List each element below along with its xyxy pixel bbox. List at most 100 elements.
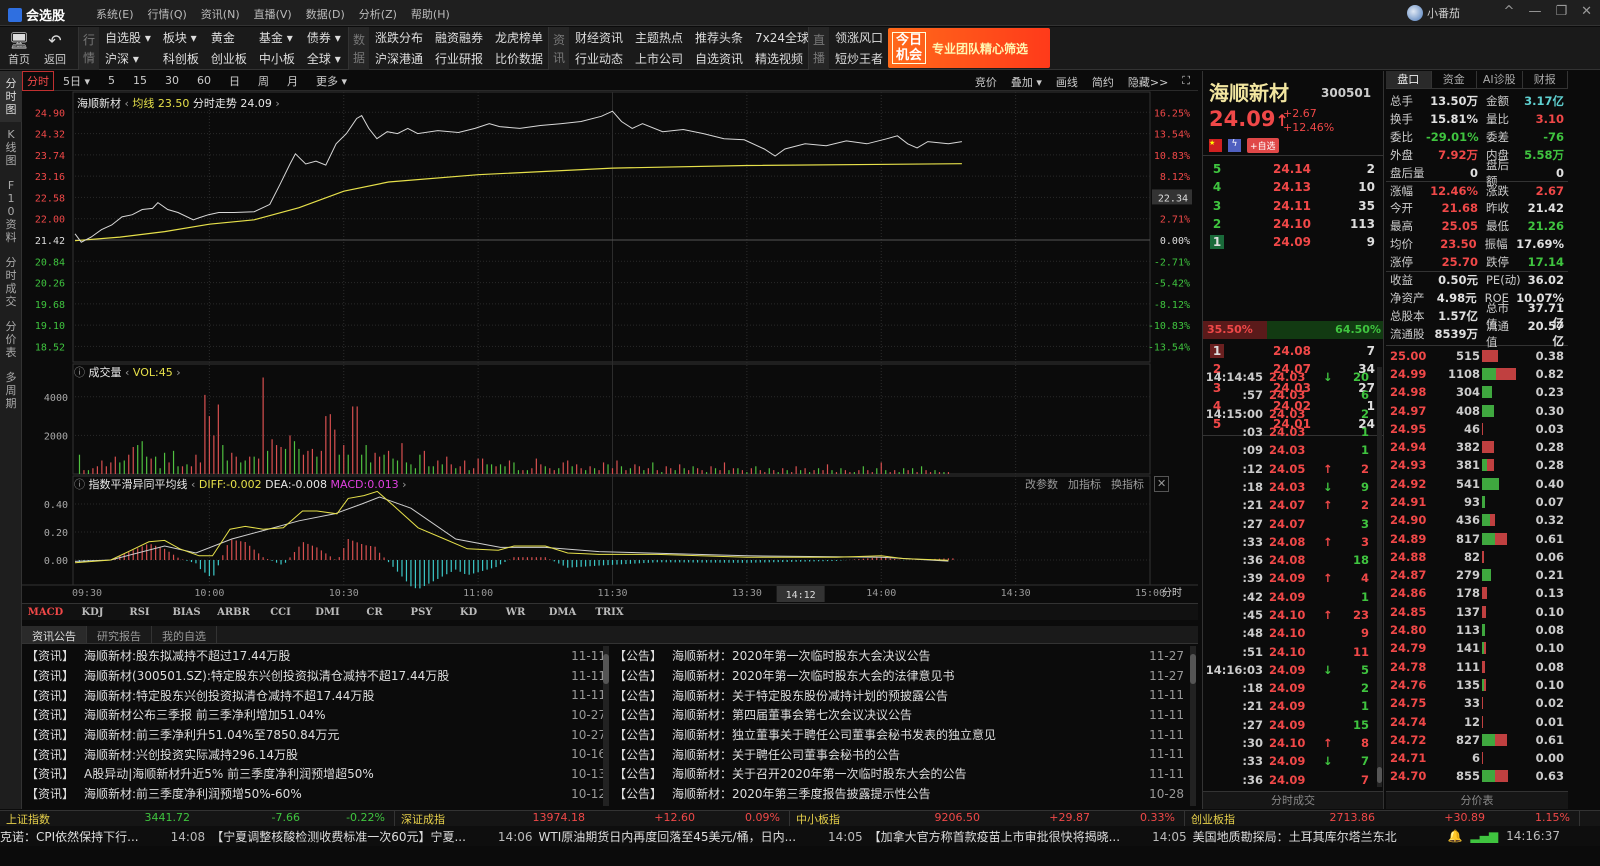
news-item[interactable]: 【公告】 海顺新材：关于特定股东股份减持计划的预披露公告 11-11 — [614, 685, 1184, 705]
toolbar-item[interactable]: 领涨风口 — [835, 29, 883, 46]
news-item[interactable]: 【公告】 海顺新材：独立董事关于聘任公司董事会秘书发表的独立意见 11-11 — [614, 725, 1184, 745]
add-watchlist-button[interactable]: +自选 — [1247, 138, 1279, 153]
period-tab[interactable]: 5日 ▾ — [54, 73, 99, 89]
user-account[interactable]: 小番茄 — [1407, 5, 1460, 21]
news-item[interactable]: 【资讯】 海顺新材公布三季报 前三季净利增加51.04% 10-27 — [26, 705, 606, 725]
toolbar-item[interactable]: 沪深港通 — [375, 50, 423, 67]
news-title[interactable]: 海顺新材：独立董事关于聘任公司董事会秘书发表的独立意见 — [672, 726, 1140, 743]
sidebar-item[interactable]: 分价表 — [0, 314, 22, 365]
edit-params-button[interactable]: 改参数 — [1025, 476, 1058, 492]
indicator-tab[interactable]: KDJ — [69, 607, 116, 618]
toolbar-item[interactable]: 涨跌分布 — [375, 29, 423, 46]
indicator-tab[interactable]: DMI — [304, 607, 351, 618]
news-item[interactable]: 【资讯】 海顺新材:兴创投资实际减持296.14万股 10-16 — [26, 744, 606, 764]
back-button[interactable]: ↶ 返回 — [38, 31, 72, 67]
news-tab[interactable]: 我的自选 — [152, 626, 217, 643]
announcement-scrollbar[interactable] — [1190, 646, 1196, 806]
indicator-tab[interactable]: BIAS — [163, 607, 210, 618]
tab-price-table[interactable]: 分价表 — [1386, 791, 1568, 809]
news-item[interactable]: 【资讯】 海顺新材:特定股东兴创投资拟清仓减持不超17.44万股 11-11 — [26, 685, 606, 705]
news-title[interactable]: 海顺新材：关于特定股东股份减持计划的预披露公告 — [672, 687, 1140, 704]
ticker-item[interactable]: 14:05 美国地质勘探局：土耳其库尔塔兰东北 — [1152, 828, 1429, 845]
period-tab[interactable]: 60 — [188, 74, 220, 87]
period-tab[interactable]: 更多 ▾ — [307, 73, 356, 89]
news-title[interactable]: 海顺新材:股东拟减持不超过17.44万股 — [84, 647, 562, 664]
toolbar-item[interactable]: 7x24全球 — [755, 29, 809, 46]
menu-item[interactable]: 分析(Z) — [359, 6, 397, 22]
toolbar-item[interactable]: 沪深 ▾ — [105, 50, 151, 67]
indicator-tab[interactable]: CR — [351, 607, 398, 618]
ticker-item[interactable]: 14:06 WTI原油期货日内再度回落至45美元/桶，日内... — [498, 828, 828, 845]
indicator-tab[interactable]: TRIX — [586, 607, 633, 618]
news-title[interactable]: 海顺新材：第四届董事会第七次会议决议公告 — [672, 706, 1140, 723]
news-item[interactable]: 【公告】 海顺新材：第四届董事会第七次会议决议公告 11-11 — [614, 705, 1184, 725]
toolbar-item[interactable]: 科创板 — [163, 50, 199, 67]
indicator-tab[interactable]: CCI — [257, 607, 304, 618]
chart-option[interactable]: 简约 — [1092, 74, 1114, 90]
toolbar-item[interactable]: 债券 ▾ — [307, 29, 341, 46]
indicator-tab[interactable]: ARBR — [210, 607, 257, 618]
toolbar-item[interactable]: 短炒王者 — [835, 50, 883, 67]
toolbar-item[interactable]: 行业动态 — [575, 50, 623, 67]
news-title[interactable]: 海顺新材:前三季净利升51.04%至7850.84万元 — [84, 726, 562, 743]
toolbar-item[interactable]: 财经资讯 — [575, 29, 623, 46]
toolbar-item[interactable]: 上市公司 — [635, 50, 683, 67]
index-item[interactable]: 中小板指 9206.50 +29.87 0.33% — [790, 810, 1185, 827]
promo-banner[interactable]: 今日机会 专业团队精心筛选 — [888, 28, 1050, 68]
bell-icon[interactable]: 🔔 — [1447, 829, 1462, 843]
news-tab[interactable]: 资讯公告 — [22, 626, 87, 643]
news-title[interactable]: 海顺新材：关于聘任公司董事会秘书的公告 — [672, 746, 1140, 763]
news-item[interactable]: 【资讯】 A股异动|海顺新材升近5% 前三季度净利润预增超50% 10-13 — [26, 764, 606, 784]
close-indicator-icon[interactable]: ✕ — [1154, 476, 1170, 492]
news-title[interactable]: 海顺新材:兴创投资实际减持296.14万股 — [84, 746, 562, 763]
menu-item[interactable]: 系统(E) — [96, 6, 134, 22]
news-title[interactable]: 海顺新材：2020年第一次临时股东大会决议公告 — [672, 647, 1140, 664]
news-item[interactable]: 【公告】 海顺新材：2020年第一次临时股东大会的法律意见书 11-27 — [614, 666, 1184, 686]
help-icon[interactable]: ⓘ — [74, 366, 85, 379]
news-title[interactable]: A股异动|海顺新材升近5% 前三季度净利润预增超50% — [84, 765, 562, 782]
indicator-tab[interactable]: WR — [492, 607, 539, 618]
fullscreen-icon[interactable]: ⛶ — [1182, 74, 1190, 90]
toolbar-item[interactable]: 全球 ▾ — [307, 50, 341, 67]
toolbar-item[interactable]: 基金 ▾ — [259, 29, 295, 46]
indicator-tab[interactable]: RSI — [116, 607, 163, 618]
indicator-tab[interactable]: PSY — [398, 607, 445, 618]
ticker-item[interactable]: 14:08 【宁夏调整核酸检测收费标准一次60元】宁夏... — [171, 828, 498, 845]
period-tab[interactable]: 30 — [156, 74, 188, 87]
ticker-item[interactable]: 14:05 【加拿大官方称首款疫苗上市审批很快将揭晓... — [828, 828, 1152, 845]
toolbar-item[interactable]: 自选资讯 — [695, 50, 743, 67]
toolbar-item[interactable]: 融资融券 — [435, 29, 483, 46]
chart-option[interactable]: 画线 — [1056, 74, 1078, 90]
stats-tab[interactable]: AI诊股 — [1477, 71, 1523, 88]
indicator-tab[interactable]: DMA — [539, 607, 586, 618]
news-title[interactable]: 海顺新材:特定股东兴创投资拟清仓减持不超17.44万股 — [84, 687, 562, 704]
toolbar-item[interactable]: 创业板 — [211, 50, 247, 67]
stats-tab[interactable]: 盘口 — [1386, 71, 1432, 88]
switch-indicator-button[interactable]: 换指标 — [1111, 476, 1144, 492]
news-title[interactable]: 海顺新材:前三季度净利润预增50%-60% — [84, 785, 562, 802]
sidebar-item[interactable]: 分时成交 — [0, 250, 22, 314]
toolbar-item[interactable]: 龙虎榜单 — [495, 29, 543, 46]
toolbar-item[interactable]: 主题热点 — [635, 29, 683, 46]
chart-option[interactable]: 叠加 ▾ — [1011, 74, 1042, 90]
menu-item[interactable]: 帮助(H) — [411, 6, 450, 22]
index-item[interactable]: 创业板指 2713.86 +30.89 1.15% — [1185, 810, 1580, 827]
news-item[interactable]: 【资讯】 海顺新材:股东拟减持不超过17.44万股 11-11 — [26, 646, 606, 666]
indicator-tab[interactable]: KD — [445, 607, 492, 618]
news-title[interactable]: 海顺新材公布三季报 前三季净利增加51.04% — [84, 706, 562, 723]
chart-option[interactable]: 隐藏>> — [1128, 74, 1168, 90]
news-item[interactable]: 【资讯】 海顺新材(300501.SZ):特定股东兴创投资拟清仓减持不超17.44… — [26, 666, 606, 686]
news-item[interactable]: 【公告】 海顺新材：关于聘任公司董事会秘书的公告 11-11 — [614, 744, 1184, 764]
sidebar-item[interactable]: F10资料 — [0, 173, 22, 250]
toolbar-item[interactable]: 行业研报 — [435, 50, 483, 67]
news-title[interactable]: 海顺新材(300501.SZ):特定股东兴创投资拟清仓减持不超17.44万股 — [84, 667, 562, 684]
toolbar-item[interactable]: 自选股 ▾ — [105, 29, 151, 46]
add-indicator-button[interactable]: 加指标 — [1068, 476, 1101, 492]
close-icon[interactable]: ✕ — [1581, 4, 1592, 19]
news-item[interactable]: 【资讯】 海顺新材:前三季度净利润预增50%-60% 10-12 — [26, 784, 606, 804]
period-tab[interactable]: 周 — [249, 73, 278, 89]
tab-trade-detail[interactable]: 分时成交 — [1203, 791, 1383, 809]
news-item[interactable]: 【资讯】 海顺新材:前三季净利升51.04%至7850.84万元 10-27 — [26, 725, 606, 745]
ticker-item[interactable]: 克诺：CPI依然保持下行... — [0, 828, 171, 845]
toolbar-item[interactable]: 中小板 — [259, 50, 295, 67]
